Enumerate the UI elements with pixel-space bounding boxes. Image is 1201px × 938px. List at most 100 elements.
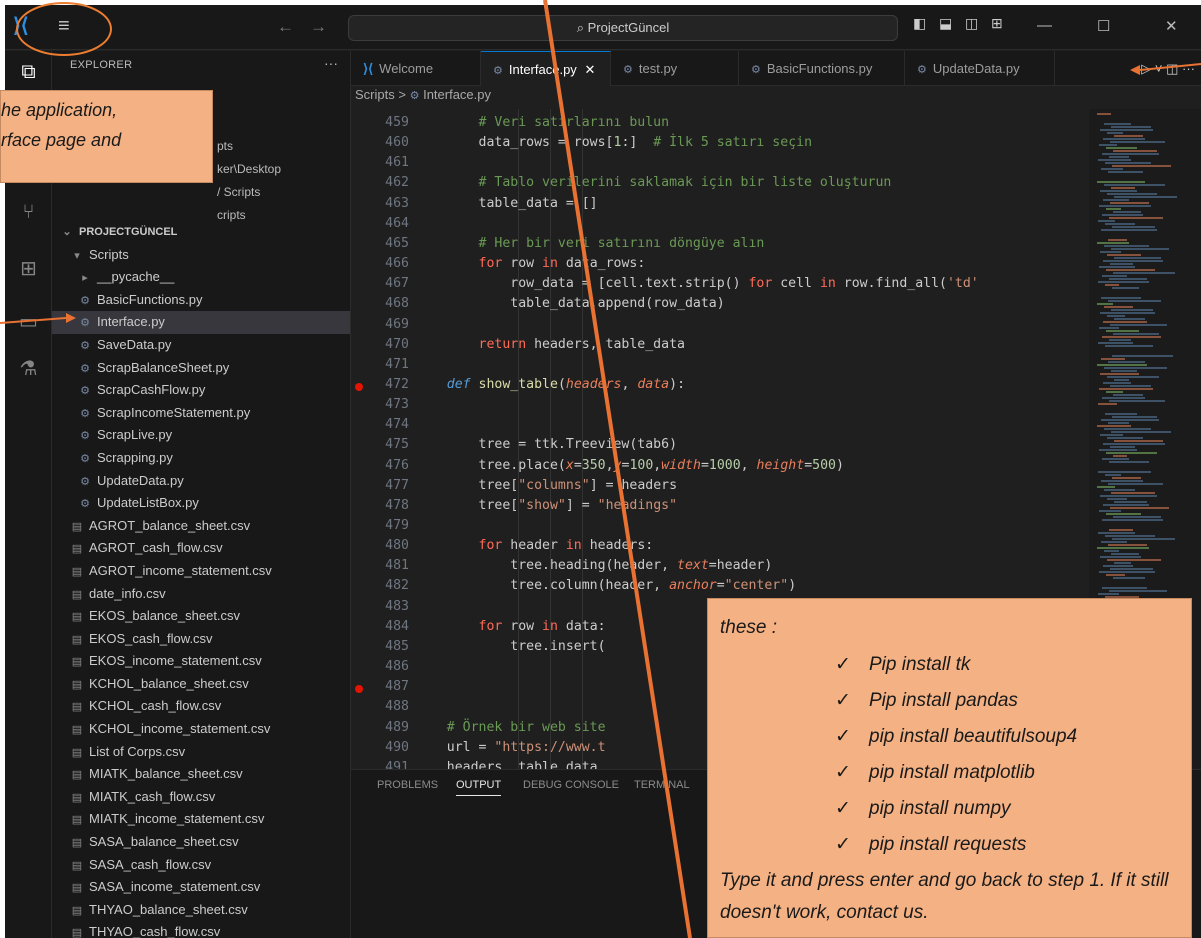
close-window-icon[interactable]: ✕ — [1165, 17, 1178, 35]
line-number[interactable]: 481 — [351, 558, 411, 573]
file-item[interactable]: ▤ List of Corps.csv — [52, 741, 350, 764]
tab-debug-console[interactable]: DEBUG CONSOLE — [523, 779, 619, 791]
run-and-split-actions[interactable]: ▷ ˅ ◫ ··· — [1141, 61, 1195, 77]
file-item[interactable]: ▤ MIATK_income_statement.csv — [52, 808, 350, 831]
file-item[interactable]: ⚙ ScrapCashFlow.py — [52, 379, 350, 402]
tab-basicfunctions-py[interactable]: ⚙ BasicFunctions.py — [739, 51, 905, 86]
line-number[interactable]: 469 — [351, 317, 411, 332]
line-number[interactable]: 479 — [351, 518, 411, 533]
file-item[interactable]: ⚙ UpdateListBox.py — [52, 492, 350, 515]
code-line[interactable]: # Örnek bir web site — [415, 720, 606, 735]
line-number[interactable]: 465 — [351, 236, 411, 251]
back-arrow-icon[interactable]: ← — [277, 17, 294, 37]
line-number[interactable]: 483 — [351, 599, 411, 614]
file-item[interactable]: ▤ KCHOL_income_statement.csv — [52, 718, 350, 741]
code-line[interactable]: row_data = [cell.text.strip() for cell i… — [415, 276, 978, 291]
code-line[interactable]: url = "https://www.t — [415, 740, 606, 755]
line-number[interactable]: 487 — [351, 679, 411, 694]
code-line[interactable]: def show_table(headers, data): — [415, 377, 685, 392]
file-item[interactable]: ▤ date_info.csv — [52, 583, 350, 606]
line-number[interactable]: 490 — [351, 740, 411, 755]
line-number[interactable]: 473 — [351, 397, 411, 412]
file-item[interactable]: ⚙ ScrapBalanceSheet.py — [52, 357, 350, 380]
open-editor-item[interactable]: ker\Desktop — [217, 162, 281, 176]
testing-icon[interactable]: ⚗ — [5, 356, 52, 381]
file-item[interactable]: ▤ SASA_income_statement.csv — [52, 876, 350, 899]
breadcrumb-file[interactable]: Interface.py — [423, 87, 491, 102]
code-line[interactable]: tree = ttk.Treeview(tab6) — [415, 437, 678, 452]
minimize-icon[interactable]: — — [1037, 17, 1052, 34]
code-line[interactable]: # Tablo verilerini saklamak için bir lis… — [415, 175, 892, 190]
source-control-icon[interactable]: ⑂ — [5, 201, 52, 224]
file-item[interactable]: ▤ MIATK_cash_flow.csv — [52, 786, 350, 809]
maximize-icon[interactable]: ☐ — [1097, 17, 1110, 35]
line-number[interactable]: 476 — [351, 458, 411, 473]
file-item[interactable]: ▤ AGROT_balance_sheet.csv — [52, 515, 350, 538]
tab-output[interactable]: OUTPUT — [456, 779, 502, 796]
open-editor-item[interactable]: / Scripts — [217, 185, 260, 199]
line-number[interactable]: 466 — [351, 256, 411, 271]
line-number[interactable]: 477 — [351, 478, 411, 493]
code-line[interactable]: tree.heading(header, text=header) — [415, 558, 772, 573]
line-number[interactable]: 478 — [351, 498, 411, 513]
code-line[interactable]: tree.column(header, anchor="center") — [415, 578, 796, 593]
code-line[interactable]: tree.insert( — [415, 639, 605, 654]
line-number[interactable]: 474 — [351, 417, 411, 432]
line-number[interactable]: 486 — [351, 659, 411, 674]
code-line[interactable]: table_data = [] — [415, 196, 598, 211]
open-editor-item[interactable]: cripts — [217, 208, 246, 222]
line-number[interactable]: 463 — [351, 196, 411, 211]
tab-problems[interactable]: PROBLEMS — [377, 779, 438, 791]
code-line[interactable]: tree["columns"] = headers — [415, 478, 678, 493]
line-number[interactable]: 484 — [351, 619, 411, 634]
line-number[interactable]: 480 — [351, 538, 411, 553]
tab-welcome[interactable]: ⟩⟨ Welcome — [351, 51, 481, 86]
code-line[interactable]: for row in data_rows: — [415, 256, 646, 271]
command-center-search[interactable]: ⌕ ProjectGüncel — [348, 15, 898, 41]
remote-explorer-icon[interactable]: ▭ — [5, 309, 52, 334]
file-item[interactable]: ▤ AGROT_cash_flow.csv — [52, 537, 350, 560]
tab-interface-py[interactable]: ⚙ Interface.py ✕ — [481, 51, 611, 86]
file-item[interactable]: ▤ KCHOL_balance_sheet.csv — [52, 673, 350, 696]
file-item[interactable]: ▸ __pycache__ — [52, 266, 350, 289]
code-line[interactable]: # Veri satırlarını bulun — [415, 115, 670, 130]
line-number[interactable]: 489 — [351, 720, 411, 735]
toggle-secondary-sidebar-icon[interactable]: ◫ — [965, 15, 978, 32]
file-item[interactable]: ▤ THYAO_cash_flow.csv — [52, 921, 350, 938]
line-number[interactable]: 464 — [351, 216, 411, 231]
breadcrumb-folder[interactable]: Scripts — [355, 87, 395, 102]
file-item[interactable]: ⚙ ScrapIncomeStatement.py — [52, 402, 350, 425]
line-number[interactable]: 461 — [351, 155, 411, 170]
forward-arrow-icon[interactable]: → — [310, 17, 327, 37]
file-item[interactable]: ▤ KCHOL_cash_flow.csv — [52, 695, 350, 718]
file-item[interactable]: ▤ AGROT_income_statement.csv — [52, 560, 350, 583]
customize-layout-icon[interactable]: ⊞ — [991, 15, 1003, 32]
line-number[interactable]: 462 — [351, 175, 411, 190]
file-item[interactable]: ⚙ Interface.py — [52, 311, 350, 334]
toggle-panel-icon[interactable]: ⬓ — [939, 15, 952, 32]
code-line[interactable]: tree["show"] = "headings" — [415, 498, 678, 513]
tab-terminal[interactable]: TERMINAL — [634, 779, 690, 791]
line-number[interactable]: 488 — [351, 699, 411, 714]
file-item[interactable]: ⚙ Scrapping.py — [52, 447, 350, 470]
file-item[interactable]: ▤ THYAO_balance_sheet.csv — [52, 899, 350, 922]
line-number[interactable]: 471 — [351, 357, 411, 372]
file-item[interactable]: ▤ EKOS_income_statement.csv — [52, 650, 350, 673]
explorer-icon[interactable]: ⧉ — [5, 61, 52, 84]
file-item[interactable]: ▤ EKOS_balance_sheet.csv — [52, 605, 350, 628]
folder-scripts[interactable]: ▾ Scripts — [52, 244, 350, 267]
line-number[interactable]: 459 — [351, 115, 411, 130]
file-item[interactable]: ⚙ ScrapLive.py — [52, 424, 350, 447]
code-line[interactable]: # Her bir veri satırını döngüye alın — [415, 236, 765, 251]
file-item[interactable]: ▤ MIATK_balance_sheet.csv — [52, 763, 350, 786]
line-number[interactable]: 460 — [351, 135, 411, 150]
line-number[interactable]: 472 — [351, 377, 411, 392]
file-item[interactable]: ⚙ UpdateData.py — [52, 470, 350, 493]
toggle-primary-sidebar-icon[interactable]: ◧ — [913, 15, 926, 32]
file-item[interactable]: ⚙ BasicFunctions.py — [52, 289, 350, 312]
tab-updatedata-py[interactable]: ⚙ UpdateData.py — [905, 51, 1055, 86]
extensions-icon[interactable]: ⊞ — [5, 256, 52, 281]
close-tab-icon[interactable]: ✕ — [584, 62, 595, 77]
line-number[interactable]: 470 — [351, 337, 411, 352]
open-editor-item[interactable]: pts — [217, 139, 233, 153]
